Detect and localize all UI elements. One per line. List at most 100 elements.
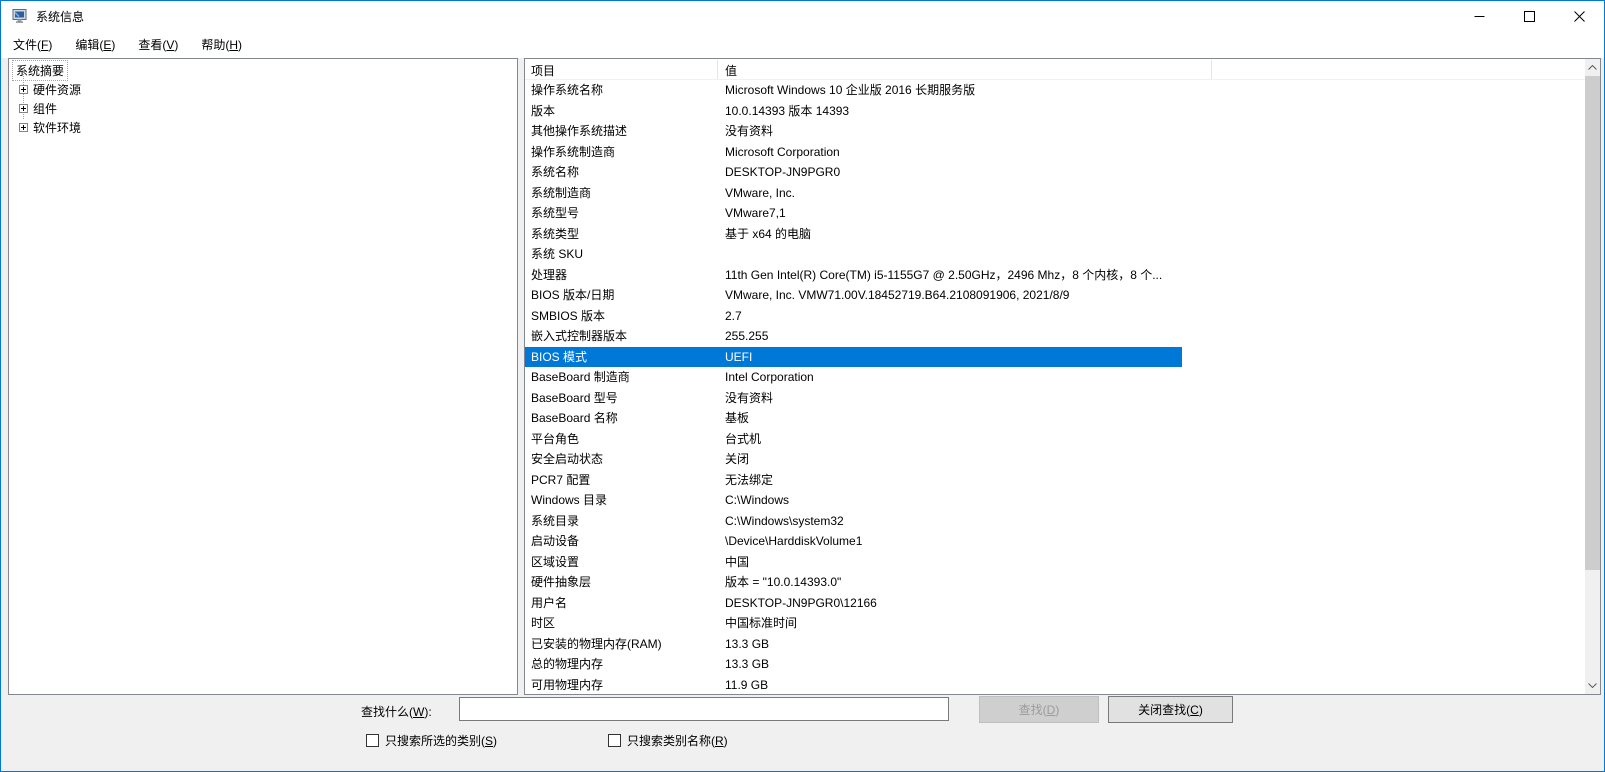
column-header-value[interactable]: 值 bbox=[725, 62, 737, 79]
table-row[interactable]: Windows 目录 C:\Windows bbox=[525, 490, 1182, 511]
table-row[interactable]: BaseBoard 制造商 Intel Corporation bbox=[525, 367, 1182, 388]
minimize-icon bbox=[1474, 15, 1484, 17]
plus-expand-icon[interactable] bbox=[19, 123, 28, 132]
table-row[interactable]: 可用物理内存 11.9 GB bbox=[525, 675, 1182, 695]
menu-item-help[interactable]: 帮助(H) bbox=[190, 32, 253, 57]
item-cell: 安全启动状态 bbox=[531, 452, 604, 466]
find-button[interactable]: 查找(D) bbox=[979, 696, 1099, 723]
item-cell: 系统型号 bbox=[531, 206, 580, 220]
value-cell: Microsoft Corporation bbox=[725, 144, 840, 159]
column-header-item[interactable]: 项目 bbox=[531, 62, 555, 79]
table-row[interactable]: 总的物理内存 13.3 GB bbox=[525, 654, 1182, 675]
value-cell: VMware, Inc. VMW71.00V.18452719.B64.2108… bbox=[725, 288, 1070, 302]
maximize-button[interactable] bbox=[1504, 1, 1554, 31]
value-cell: 关闭 bbox=[725, 452, 750, 466]
item-cell: BIOS 模式 bbox=[531, 349, 588, 364]
value-cell: DESKTOP-JN9PGR0 bbox=[725, 165, 841, 179]
value-cell: 没有资料 bbox=[725, 390, 774, 405]
scroll-up-button[interactable] bbox=[1585, 59, 1600, 76]
value-cell: VMware, Inc. bbox=[725, 185, 796, 200]
table-row[interactable]: 平台角色 台式机 bbox=[525, 429, 1182, 450]
label-text: 查看( bbox=[138, 38, 167, 52]
value-cell: 版本 = "10.0.14393.0" bbox=[725, 575, 842, 589]
close-button[interactable] bbox=[1554, 1, 1604, 31]
item-cell: 时区 bbox=[531, 616, 556, 630]
item-cell: BIOS 版本/日期 bbox=[531, 288, 615, 302]
menu-item-view[interactable]: 查看(V) bbox=[127, 32, 189, 57]
close-find-button[interactable]: 关闭查找(C) bbox=[1108, 696, 1233, 723]
close-icon bbox=[1573, 10, 1585, 22]
table-row[interactable]: BIOS 模式 UEFI bbox=[525, 346, 1182, 367]
table-row[interactable]: 安全启动状态 关闭 bbox=[525, 449, 1182, 470]
table-row[interactable]: SMBIOS 版本 2.7 bbox=[525, 306, 1182, 327]
table-row[interactable]: 已安装的物理内存(RAM) 13.3 GB bbox=[525, 634, 1182, 655]
plus-expand-icon[interactable] bbox=[19, 104, 28, 113]
item-cell: SMBIOS 版本 bbox=[531, 308, 606, 323]
tree-item[interactable]: 硬件资源 bbox=[9, 80, 517, 99]
table-row[interactable]: 系统制造商 VMware, Inc. bbox=[525, 183, 1182, 204]
label-text: 编辑( bbox=[75, 38, 104, 52]
table-row[interactable]: 区域设置 中国 bbox=[525, 552, 1182, 573]
table-row[interactable]: PCR7 配置 无法绑定 bbox=[525, 470, 1182, 491]
search-selected-category-checkbox-row[interactable]: 只搜索所选的类别(S) bbox=[366, 732, 497, 749]
table-row[interactable]: 操作系统名称 Microsoft Windows 10 企业版 2016 长期服务… bbox=[525, 80, 1182, 101]
label-text: ) bbox=[493, 733, 498, 748]
checkbox-icon[interactable] bbox=[366, 734, 379, 747]
scroll-down-button[interactable] bbox=[1585, 677, 1600, 694]
find-what-label: 查找什么(W): bbox=[361, 703, 432, 720]
table-row[interactable]: 处理器 11th Gen Intel(R) Core(TM) i5-1155G7 … bbox=[525, 265, 1182, 286]
chevron-up-icon bbox=[1588, 65, 1597, 70]
plus-expand-icon[interactable] bbox=[19, 85, 28, 94]
table-row[interactable]: 系统目录 C:\Windows\system32 bbox=[525, 511, 1182, 532]
menu-item-edit[interactable]: 编辑(E) bbox=[64, 32, 126, 57]
detail-list-panel: 项目 值 操作系统名称 Microsoft Windows 10 企业版 2016… bbox=[524, 58, 1601, 695]
item-cell: BaseBoard 名称 bbox=[531, 411, 618, 425]
table-row[interactable]: 启动设备 \Device\HarddiskVolume1 bbox=[525, 531, 1182, 552]
table-row[interactable]: 系统名称 DESKTOP-JN9PGR0 bbox=[525, 162, 1182, 183]
minimize-button[interactable] bbox=[1454, 1, 1504, 31]
tree-item-label: 软件环境 bbox=[33, 121, 82, 135]
value-cell: 无法绑定 bbox=[725, 472, 774, 487]
column-divider[interactable] bbox=[1211, 60, 1212, 79]
table-row[interactable]: 操作系统制造商 Microsoft Corporation bbox=[525, 142, 1182, 163]
scrollbar-thumb[interactable] bbox=[1585, 76, 1600, 570]
tree-item[interactable]: 组件 bbox=[9, 99, 517, 118]
value-cell: 11.9 GB bbox=[725, 677, 769, 692]
label-text: 查找( bbox=[1018, 703, 1047, 717]
vertical-scrollbar[interactable] bbox=[1585, 59, 1600, 694]
value-cell: 中国 bbox=[725, 554, 750, 569]
column-divider[interactable] bbox=[717, 60, 718, 79]
label-text: ) bbox=[238, 38, 243, 52]
tree-item[interactable]: 软件环境 bbox=[9, 118, 517, 137]
table-row[interactable]: 系统类型 基于 x64 的电脑 bbox=[525, 224, 1182, 245]
table-row[interactable]: 嵌入式控制器版本 255.255 bbox=[525, 326, 1182, 347]
item-cell: 版本 bbox=[531, 103, 556, 118]
label-text: ) bbox=[723, 733, 728, 748]
table-row[interactable]: 硬件抽象层 版本 = "10.0.14393.0" bbox=[525, 572, 1182, 593]
titlebar[interactable]: 系统信息 bbox=[1, 1, 1604, 31]
tree-item-label: 组件 bbox=[33, 102, 58, 116]
table-row[interactable]: 用户名 DESKTOP-JN9PGR0\12166 bbox=[525, 593, 1182, 614]
table-row[interactable]: 系统 SKU bbox=[525, 244, 1182, 265]
value-cell: 2.7 bbox=[725, 308, 742, 323]
table-row[interactable]: 版本 10.0.14393 版本 14393 bbox=[525, 101, 1182, 122]
search-category-names-checkbox-row[interactable]: 只搜索类别名称(R) bbox=[608, 732, 728, 749]
tree-item-system-summary[interactable]: 系统摘要 bbox=[11, 60, 69, 81]
label-text: 关闭查找( bbox=[1138, 703, 1191, 717]
find-what-input[interactable] bbox=[459, 697, 949, 721]
value-cell: 11th Gen Intel(R) Core(TM) i5-1155G7 @ 2… bbox=[725, 267, 1163, 282]
table-row[interactable]: 其他操作系统描述 没有资料 bbox=[525, 121, 1182, 142]
table-row[interactable]: 时区 中国标准时间 bbox=[525, 613, 1182, 634]
table-row[interactable]: 系统型号 VMware7,1 bbox=[525, 203, 1182, 224]
table-row[interactable]: BIOS 版本/日期 VMware, Inc. VMW71.00V.1845271… bbox=[525, 285, 1182, 306]
label-text: ) bbox=[1198, 702, 1203, 717]
value-cell: 没有资料 bbox=[725, 124, 774, 138]
value-cell: C:\Windows bbox=[725, 493, 790, 507]
table-row[interactable]: BaseBoard 型号 没有资料 bbox=[525, 388, 1182, 409]
checkbox-icon[interactable] bbox=[608, 734, 621, 747]
table-row[interactable]: BaseBoard 名称 基板 bbox=[525, 408, 1182, 429]
menu-item-file[interactable]: 文件(F) bbox=[2, 32, 63, 57]
system-info-monitor-icon bbox=[12, 9, 27, 23]
value-cell: 13.3 GB bbox=[725, 657, 770, 671]
label-text: R bbox=[715, 733, 724, 748]
